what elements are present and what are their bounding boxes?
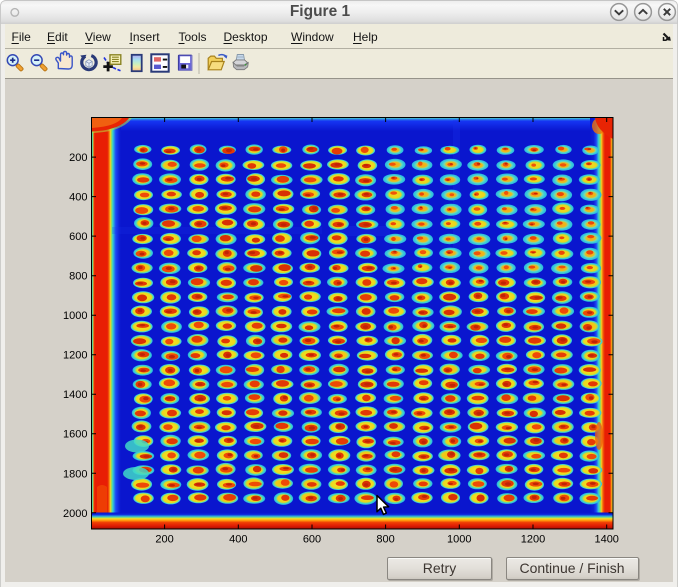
svg-text:800: 800 [376,534,394,546]
svg-text:1000: 1000 [63,310,87,322]
svg-text:600: 600 [69,231,87,243]
svg-text:1200: 1200 [63,350,87,362]
svg-text:200: 200 [69,152,87,164]
svg-text:1200: 1200 [521,534,545,546]
svg-text:400: 400 [229,534,247,546]
svg-text:2000: 2000 [63,508,87,520]
svg-text:400: 400 [69,192,87,204]
svg-text:800: 800 [69,271,87,283]
svg-text:1000: 1000 [447,534,471,546]
svg-text:200: 200 [155,534,173,546]
svg-text:600: 600 [303,534,321,546]
svg-text:1400: 1400 [594,534,618,546]
svg-text:1800: 1800 [63,468,87,480]
svg-text:1400: 1400 [63,389,87,401]
svg-text:1600: 1600 [63,429,87,441]
